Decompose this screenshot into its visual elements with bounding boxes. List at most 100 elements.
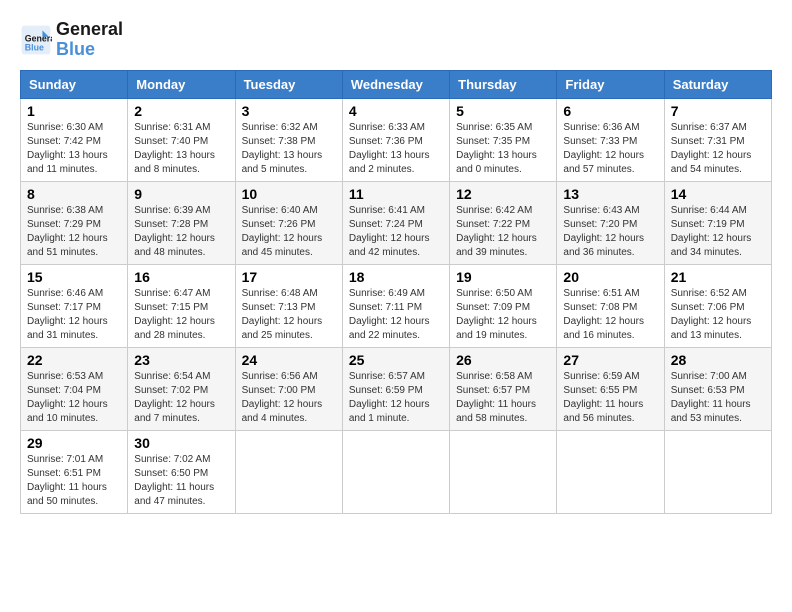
day-number: 30 xyxy=(134,435,228,451)
calendar-cell: 6 Sunrise: 6:36 AM Sunset: 7:33 PM Dayli… xyxy=(557,98,664,181)
day-number: 5 xyxy=(456,103,550,119)
svg-text:Blue: Blue xyxy=(25,42,44,52)
calendar-cell: 25 Sunrise: 6:57 AM Sunset: 6:59 PM Dayl… xyxy=(342,347,449,430)
day-info: Sunrise: 6:30 AM Sunset: 7:42 PM Dayligh… xyxy=(27,121,121,177)
day-info: Sunrise: 7:01 AM Sunset: 6:51 PM Dayligh… xyxy=(27,453,121,509)
day-number: 13 xyxy=(563,186,657,202)
day-number: 3 xyxy=(242,103,336,119)
day-info: Sunrise: 6:58 AM Sunset: 6:57 PM Dayligh… xyxy=(456,370,550,426)
calendar-cell: 24 Sunrise: 6:56 AM Sunset: 7:00 PM Dayl… xyxy=(235,347,342,430)
day-number: 6 xyxy=(563,103,657,119)
day-number: 20 xyxy=(563,269,657,285)
day-number: 23 xyxy=(134,352,228,368)
day-info: Sunrise: 6:54 AM Sunset: 7:02 PM Dayligh… xyxy=(134,370,228,426)
day-number: 21 xyxy=(671,269,765,285)
day-info: Sunrise: 6:53 AM Sunset: 7:04 PM Dayligh… xyxy=(27,370,121,426)
day-number: 19 xyxy=(456,269,550,285)
logo-icon: General Blue xyxy=(20,24,52,56)
calendar-week-5: 29 Sunrise: 7:01 AM Sunset: 6:51 PM Dayl… xyxy=(21,430,772,513)
calendar-cell: 16 Sunrise: 6:47 AM Sunset: 7:15 PM Dayl… xyxy=(128,264,235,347)
calendar-cell: 19 Sunrise: 6:50 AM Sunset: 7:09 PM Dayl… xyxy=(450,264,557,347)
day-number: 24 xyxy=(242,352,336,368)
day-info: Sunrise: 6:37 AM Sunset: 7:31 PM Dayligh… xyxy=(671,121,765,177)
day-info: Sunrise: 6:33 AM Sunset: 7:36 PM Dayligh… xyxy=(349,121,443,177)
calendar-week-1: 1 Sunrise: 6:30 AM Sunset: 7:42 PM Dayli… xyxy=(21,98,772,181)
calendar-week-3: 15 Sunrise: 6:46 AM Sunset: 7:17 PM Dayl… xyxy=(21,264,772,347)
calendar-cell: 21 Sunrise: 6:52 AM Sunset: 7:06 PM Dayl… xyxy=(664,264,771,347)
day-info: Sunrise: 6:35 AM Sunset: 7:35 PM Dayligh… xyxy=(456,121,550,177)
day-number: 25 xyxy=(349,352,443,368)
day-info: Sunrise: 6:41 AM Sunset: 7:24 PM Dayligh… xyxy=(349,204,443,260)
day-header-friday: Friday xyxy=(557,70,664,98)
day-info: Sunrise: 6:47 AM Sunset: 7:15 PM Dayligh… xyxy=(134,287,228,343)
calendar-cell: 11 Sunrise: 6:41 AM Sunset: 7:24 PM Dayl… xyxy=(342,181,449,264)
day-header-saturday: Saturday xyxy=(664,70,771,98)
calendar-week-2: 8 Sunrise: 6:38 AM Sunset: 7:29 PM Dayli… xyxy=(21,181,772,264)
calendar-cell: 5 Sunrise: 6:35 AM Sunset: 7:35 PM Dayli… xyxy=(450,98,557,181)
day-info: Sunrise: 6:49 AM Sunset: 7:11 PM Dayligh… xyxy=(349,287,443,343)
calendar-cell: 18 Sunrise: 6:49 AM Sunset: 7:11 PM Dayl… xyxy=(342,264,449,347)
day-number: 12 xyxy=(456,186,550,202)
calendar-cell: 30 Sunrise: 7:02 AM Sunset: 6:50 PM Dayl… xyxy=(128,430,235,513)
day-number: 7 xyxy=(671,103,765,119)
calendar-cell: 4 Sunrise: 6:33 AM Sunset: 7:36 PM Dayli… xyxy=(342,98,449,181)
calendar-cell: 9 Sunrise: 6:39 AM Sunset: 7:28 PM Dayli… xyxy=(128,181,235,264)
day-number: 17 xyxy=(242,269,336,285)
day-number: 9 xyxy=(134,186,228,202)
day-info: Sunrise: 6:52 AM Sunset: 7:06 PM Dayligh… xyxy=(671,287,765,343)
day-info: Sunrise: 7:02 AM Sunset: 6:50 PM Dayligh… xyxy=(134,453,228,509)
day-info: Sunrise: 6:32 AM Sunset: 7:38 PM Dayligh… xyxy=(242,121,336,177)
calendar-cell: 28 Sunrise: 7:00 AM Sunset: 6:53 PM Dayl… xyxy=(664,347,771,430)
day-info: Sunrise: 6:44 AM Sunset: 7:19 PM Dayligh… xyxy=(671,204,765,260)
calendar-cell xyxy=(450,430,557,513)
day-info: Sunrise: 6:59 AM Sunset: 6:55 PM Dayligh… xyxy=(563,370,657,426)
day-header-tuesday: Tuesday xyxy=(235,70,342,98)
day-number: 8 xyxy=(27,186,121,202)
day-info: Sunrise: 6:43 AM Sunset: 7:20 PM Dayligh… xyxy=(563,204,657,260)
calendar-cell xyxy=(664,430,771,513)
day-info: Sunrise: 6:57 AM Sunset: 6:59 PM Dayligh… xyxy=(349,370,443,426)
day-header-monday: Monday xyxy=(128,70,235,98)
day-number: 1 xyxy=(27,103,121,119)
calendar-cell: 15 Sunrise: 6:46 AM Sunset: 7:17 PM Dayl… xyxy=(21,264,128,347)
day-info: Sunrise: 6:48 AM Sunset: 7:13 PM Dayligh… xyxy=(242,287,336,343)
day-number: 15 xyxy=(27,269,121,285)
calendar-cell: 14 Sunrise: 6:44 AM Sunset: 7:19 PM Dayl… xyxy=(664,181,771,264)
page-header: General Blue GeneralBlue xyxy=(20,20,772,60)
day-info: Sunrise: 6:51 AM Sunset: 7:08 PM Dayligh… xyxy=(563,287,657,343)
day-number: 29 xyxy=(27,435,121,451)
calendar-cell: 23 Sunrise: 6:54 AM Sunset: 7:02 PM Dayl… xyxy=(128,347,235,430)
calendar-cell: 1 Sunrise: 6:30 AM Sunset: 7:42 PM Dayli… xyxy=(21,98,128,181)
calendar-cell: 3 Sunrise: 6:32 AM Sunset: 7:38 PM Dayli… xyxy=(235,98,342,181)
day-number: 22 xyxy=(27,352,121,368)
day-number: 26 xyxy=(456,352,550,368)
calendar-cell xyxy=(557,430,664,513)
calendar-cell: 7 Sunrise: 6:37 AM Sunset: 7:31 PM Dayli… xyxy=(664,98,771,181)
calendar-cell: 12 Sunrise: 6:42 AM Sunset: 7:22 PM Dayl… xyxy=(450,181,557,264)
day-number: 28 xyxy=(671,352,765,368)
calendar-cell: 27 Sunrise: 6:59 AM Sunset: 6:55 PM Dayl… xyxy=(557,347,664,430)
calendar-cell: 17 Sunrise: 6:48 AM Sunset: 7:13 PM Dayl… xyxy=(235,264,342,347)
day-info: Sunrise: 6:46 AM Sunset: 7:17 PM Dayligh… xyxy=(27,287,121,343)
day-number: 4 xyxy=(349,103,443,119)
calendar-cell: 2 Sunrise: 6:31 AM Sunset: 7:40 PM Dayli… xyxy=(128,98,235,181)
calendar-cell: 22 Sunrise: 6:53 AM Sunset: 7:04 PM Dayl… xyxy=(21,347,128,430)
day-header-wednesday: Wednesday xyxy=(342,70,449,98)
header-row: SundayMondayTuesdayWednesdayThursdayFrid… xyxy=(21,70,772,98)
calendar-cell: 10 Sunrise: 6:40 AM Sunset: 7:26 PM Dayl… xyxy=(235,181,342,264)
calendar-cell xyxy=(342,430,449,513)
day-number: 10 xyxy=(242,186,336,202)
day-number: 2 xyxy=(134,103,228,119)
day-number: 18 xyxy=(349,269,443,285)
day-number: 16 xyxy=(134,269,228,285)
day-info: Sunrise: 6:40 AM Sunset: 7:26 PM Dayligh… xyxy=(242,204,336,260)
calendar-week-4: 22 Sunrise: 6:53 AM Sunset: 7:04 PM Dayl… xyxy=(21,347,772,430)
calendar-cell: 8 Sunrise: 6:38 AM Sunset: 7:29 PM Dayli… xyxy=(21,181,128,264)
day-number: 27 xyxy=(563,352,657,368)
day-number: 14 xyxy=(671,186,765,202)
calendar-table: SundayMondayTuesdayWednesdayThursdayFrid… xyxy=(20,70,772,514)
day-info: Sunrise: 6:38 AM Sunset: 7:29 PM Dayligh… xyxy=(27,204,121,260)
day-info: Sunrise: 6:42 AM Sunset: 7:22 PM Dayligh… xyxy=(456,204,550,260)
calendar-cell: 13 Sunrise: 6:43 AM Sunset: 7:20 PM Dayl… xyxy=(557,181,664,264)
day-info: Sunrise: 6:31 AM Sunset: 7:40 PM Dayligh… xyxy=(134,121,228,177)
